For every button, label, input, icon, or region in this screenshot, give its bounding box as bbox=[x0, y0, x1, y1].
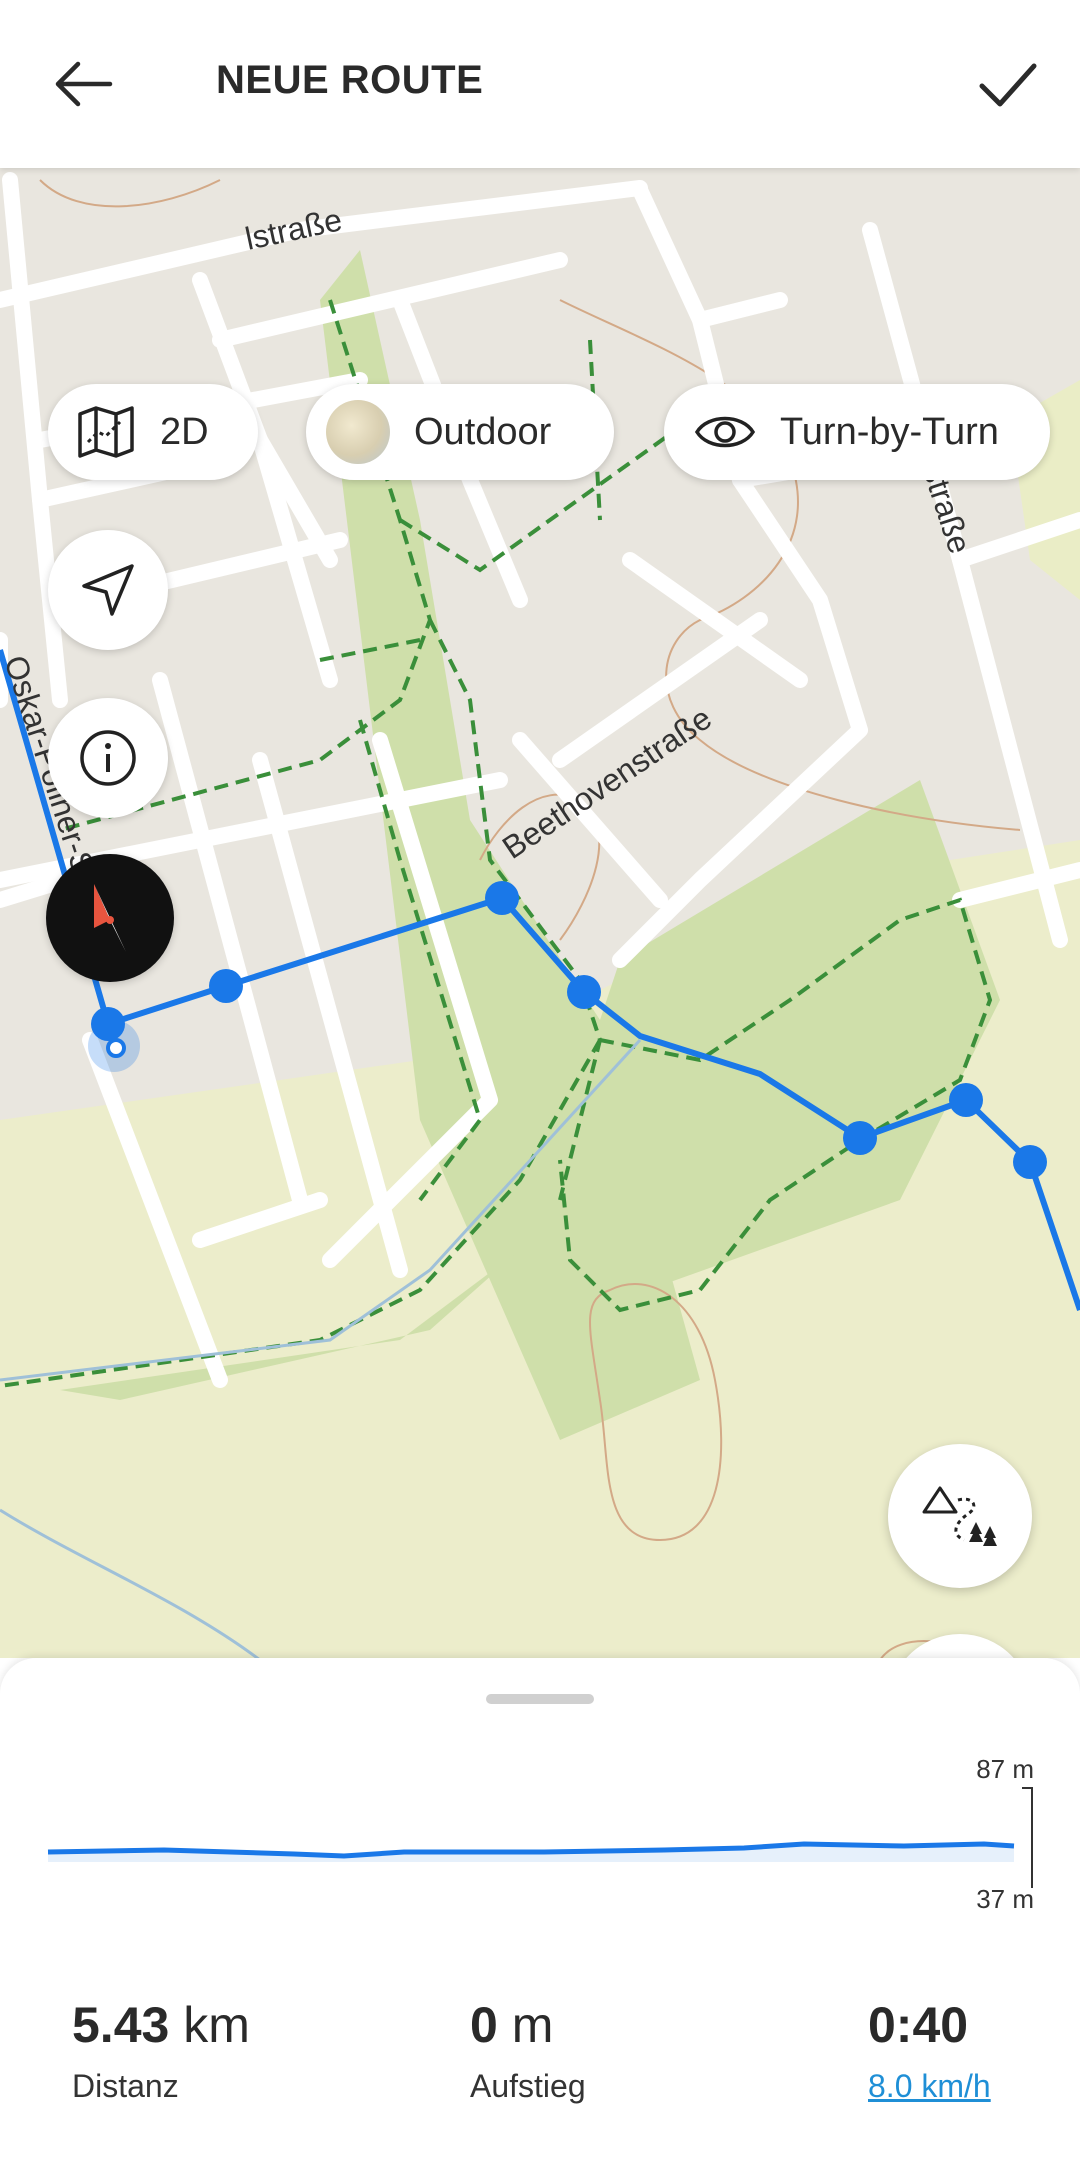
arrow-left-icon bbox=[55, 61, 113, 107]
duration-value: 0:40 bbox=[868, 1997, 969, 2053]
distance-label: Distanz bbox=[72, 2068, 179, 2104]
start-marker[interactable] bbox=[106, 1038, 126, 1058]
my-location-button[interactable] bbox=[48, 530, 168, 650]
back-button[interactable] bbox=[44, 44, 124, 124]
waypoint-marker[interactable] bbox=[567, 975, 601, 1009]
map-style-label: Outdoor bbox=[414, 410, 552, 453]
waypoint-marker[interactable] bbox=[91, 1007, 125, 1041]
ascent-label: Aufstieg bbox=[470, 2068, 586, 2104]
map-style-thumbnail bbox=[326, 400, 390, 464]
duration-stat: 0:40 8.0 km/h bbox=[868, 1996, 991, 2105]
sheet-drag-handle[interactable] bbox=[486, 1694, 594, 1704]
navigation-arrow-icon bbox=[82, 564, 134, 616]
view-mode-button[interactable]: 2D bbox=[48, 384, 258, 480]
street-label: lstraße bbox=[242, 201, 345, 257]
turn-by-turn-button[interactable]: Turn-by-Turn bbox=[664, 384, 1050, 480]
map-view[interactable]: lstraße Verdistraße Beethovenstraße Oska… bbox=[0, 168, 1080, 1658]
distance-value: 5.43 bbox=[72, 1997, 170, 2053]
check-icon bbox=[979, 63, 1037, 107]
compass-button[interactable] bbox=[46, 854, 174, 982]
confirm-button[interactable] bbox=[968, 44, 1048, 124]
waypoint-marker[interactable] bbox=[1013, 1145, 1047, 1179]
map-fold-icon bbox=[76, 402, 136, 462]
speed-link[interactable]: 8.0 km/h bbox=[868, 2068, 991, 2104]
ascent-value: 0 bbox=[470, 1997, 498, 2053]
terrain-route-button[interactable] bbox=[888, 1444, 1032, 1588]
compass-needle-icon bbox=[94, 884, 126, 952]
waypoint-marker[interactable] bbox=[485, 881, 519, 915]
distance-unit: km bbox=[183, 1997, 250, 2053]
waypoint-marker[interactable] bbox=[949, 1083, 983, 1117]
waypoint-marker[interactable] bbox=[843, 1121, 877, 1155]
waypoint-marker[interactable] bbox=[209, 969, 243, 1003]
eye-icon bbox=[694, 410, 756, 454]
map-style-button[interactable]: Outdoor bbox=[306, 384, 614, 480]
ascent-unit: m bbox=[511, 1997, 554, 2053]
info-button[interactable] bbox=[48, 698, 168, 818]
elevation-range-bracket bbox=[1022, 1787, 1033, 1888]
view-mode-label: 2D bbox=[160, 410, 209, 453]
turn-by-turn-label: Turn-by-Turn bbox=[780, 410, 999, 453]
distance-stat: 5.43 km Distanz bbox=[72, 1996, 250, 2105]
ascent-stat: 0 m Aufstieg bbox=[470, 1996, 586, 2105]
elevation-profile[interactable] bbox=[44, 1778, 1038, 1888]
info-icon bbox=[80, 730, 136, 786]
page-title: NEUE ROUTE bbox=[216, 58, 484, 102]
elevation-min-label: 37 m bbox=[976, 1884, 1034, 1914]
route-summary-sheet[interactable]: 87 m 37 m 5.43 km Distanz 0 m Aufstieg 0… bbox=[0, 1658, 1080, 2162]
top-app-bar: NEUE ROUTE bbox=[0, 0, 1080, 168]
mountain-trees-icon bbox=[922, 1486, 997, 1546]
